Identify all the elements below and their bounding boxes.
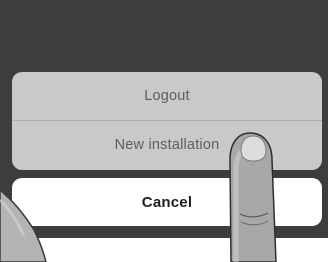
cancel-label: Cancel [141,193,193,211]
cancel-button[interactable]: Cancel [12,178,322,226]
action-sheet: Logout New installation [12,72,322,170]
logout-label: Logout [144,88,190,104]
phone-screen: Logout New installation Cancel [0,0,328,238]
new-installation-button[interactable]: New installation [12,121,322,169]
new-installation-label: New installation [114,137,220,153]
logout-button[interactable]: Logout [12,72,322,120]
